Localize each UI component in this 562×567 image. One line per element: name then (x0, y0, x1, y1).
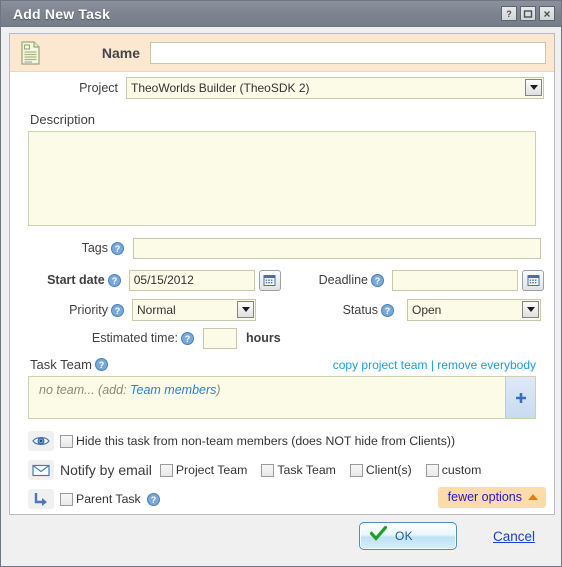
priority-status-row: Priority ? Normal Status ? Open (10, 295, 554, 325)
priority-select[interactable]: Normal (132, 299, 256, 321)
notify-task-team-label: Task Team (277, 463, 336, 477)
svg-text:?: ? (115, 306, 121, 316)
add-new-task-dialog: Add New Task ? Name Project TheoWorlds B… (0, 0, 562, 567)
deadline-label: Deadline (318, 273, 368, 287)
estimated-time-input[interactable] (203, 327, 237, 349)
start-date-input[interactable] (128, 269, 255, 291)
deadline-help-icon[interactable]: ? (371, 273, 384, 287)
notify-custom-checkbox[interactable] (425, 463, 439, 477)
add-team-member-button[interactable] (505, 377, 535, 418)
fewer-options-wrap: fewer options (437, 487, 546, 508)
form-panel: Name Project TheoWorlds Builder (TheoSDK… (9, 33, 555, 515)
dialog-footer: OK Cancel (9, 514, 553, 558)
notify-project-team-label: Project Team (175, 463, 248, 477)
notify-clients-label: Client(s) (365, 463, 412, 477)
remove-everybody-link[interactable]: remove everybody (437, 358, 536, 372)
plus-icon (515, 392, 526, 403)
help-icon[interactable]: ? (501, 6, 517, 21)
status-help-icon[interactable]: ? (381, 303, 394, 317)
status-select[interactable]: Open (407, 299, 541, 321)
task-team-placeholder: no team... (add: Team members) (29, 377, 505, 418)
project-select[interactable]: TheoWorlds Builder (TheoSDK 2) (126, 77, 544, 99)
start-date-help-icon[interactable]: ? (107, 273, 121, 287)
task-team-help-icon[interactable]: ? (94, 358, 108, 371)
chevron-up-icon (528, 494, 538, 500)
estimated-time-unit: hours (246, 331, 281, 345)
check-icon (369, 525, 388, 546)
copy-project-team-link[interactable]: copy project team (333, 358, 428, 372)
link-separator: | (430, 357, 434, 372)
project-label: Project (79, 81, 118, 95)
hide-task-row: Hide this task from non-team members (do… (10, 429, 554, 453)
parent-task-help-icon[interactable]: ? (146, 492, 160, 506)
estimated-time-label: Estimated time: (91, 331, 178, 345)
title-bar: Add New Task ? (1, 1, 561, 27)
svg-text:?: ? (150, 495, 156, 505)
task-team-box: no team... (add: Team members) (28, 376, 536, 419)
hide-task-label: Hide this task from non-team members (do… (76, 434, 456, 448)
notify-row: Notify by email Project Team Task Team C… (10, 458, 554, 482)
svg-text:?: ? (506, 9, 512, 19)
tags-input[interactable] (133, 237, 541, 259)
name-label: Name (101, 44, 140, 61)
notify-project-team-checkbox[interactable] (159, 463, 173, 477)
svg-text:?: ? (375, 276, 381, 286)
description-label: Description (30, 112, 96, 127)
parent-task-checkbox[interactable] (60, 492, 73, 506)
close-icon[interactable] (539, 6, 555, 21)
notify-custom-group: custom (425, 463, 482, 477)
envelope-icon (28, 460, 54, 480)
estimated-time-help-icon[interactable]: ? (181, 331, 194, 345)
status-label: Status (342, 303, 378, 317)
start-date-label: Start date (47, 273, 105, 287)
fewer-options-button[interactable]: fewer options (437, 487, 546, 508)
name-input[interactable] (150, 41, 546, 64)
eye-icon (28, 431, 54, 451)
hide-task-checkbox[interactable] (60, 434, 73, 448)
ok-button[interactable]: OK (358, 522, 457, 550)
svg-text:?: ? (185, 334, 191, 344)
svg-text:?: ? (111, 276, 117, 286)
fewer-options-label: fewer options (447, 490, 522, 504)
placeholder-suffix: ) (216, 383, 221, 397)
subtask-arrow-icon (28, 489, 54, 509)
team-members-link[interactable]: Team members (130, 383, 216, 397)
notify-label: Notify by email (60, 462, 152, 478)
project-row: Project TheoWorlds Builder (TheoSDK 2) (10, 72, 554, 104)
window-title: Add New Task (13, 5, 111, 22)
notify-clients-group: Client(s) (349, 463, 412, 477)
notify-task-team-checkbox[interactable] (261, 463, 275, 477)
document-icon (20, 40, 42, 66)
tags-label: Tags (81, 241, 108, 255)
task-team-links: copy project team | remove everybody (333, 358, 536, 372)
placeholder-prefix: no team... (add: (39, 383, 131, 397)
maximize-icon[interactable] (520, 6, 536, 21)
priority-help-icon[interactable]: ? (111, 303, 124, 317)
svg-text:?: ? (385, 306, 391, 316)
ok-label: OK (394, 529, 413, 543)
notify-task-team-group: Task Team (261, 463, 336, 477)
priority-label: Priority (69, 303, 108, 317)
svg-text:?: ? (115, 244, 121, 254)
notify-project-team-group: Project Team (159, 463, 248, 477)
task-team-label: Task Team (30, 357, 92, 372)
tags-row: Tags ? (10, 231, 554, 265)
deadline-calendar-icon[interactable] (522, 269, 544, 291)
notify-custom-label: custom (441, 463, 482, 477)
svg-text:?: ? (99, 360, 105, 370)
parent-task-label: Parent Task (76, 492, 141, 506)
tags-help-icon[interactable]: ? (111, 241, 124, 255)
start-date-calendar-icon[interactable] (258, 269, 281, 291)
estimated-time-row: Estimated time: ? hours (10, 325, 554, 351)
deadline-input[interactable] (392, 269, 518, 291)
description-textarea[interactable] (28, 131, 536, 226)
name-row: Name (10, 34, 554, 72)
dates-row: Start date ? Deadline ? (10, 265, 554, 295)
task-team-header: Task Team ? copy project team | remove e… (10, 357, 554, 372)
notify-clients-checkbox[interactable] (349, 463, 363, 477)
cancel-link[interactable]: Cancel (493, 529, 535, 544)
